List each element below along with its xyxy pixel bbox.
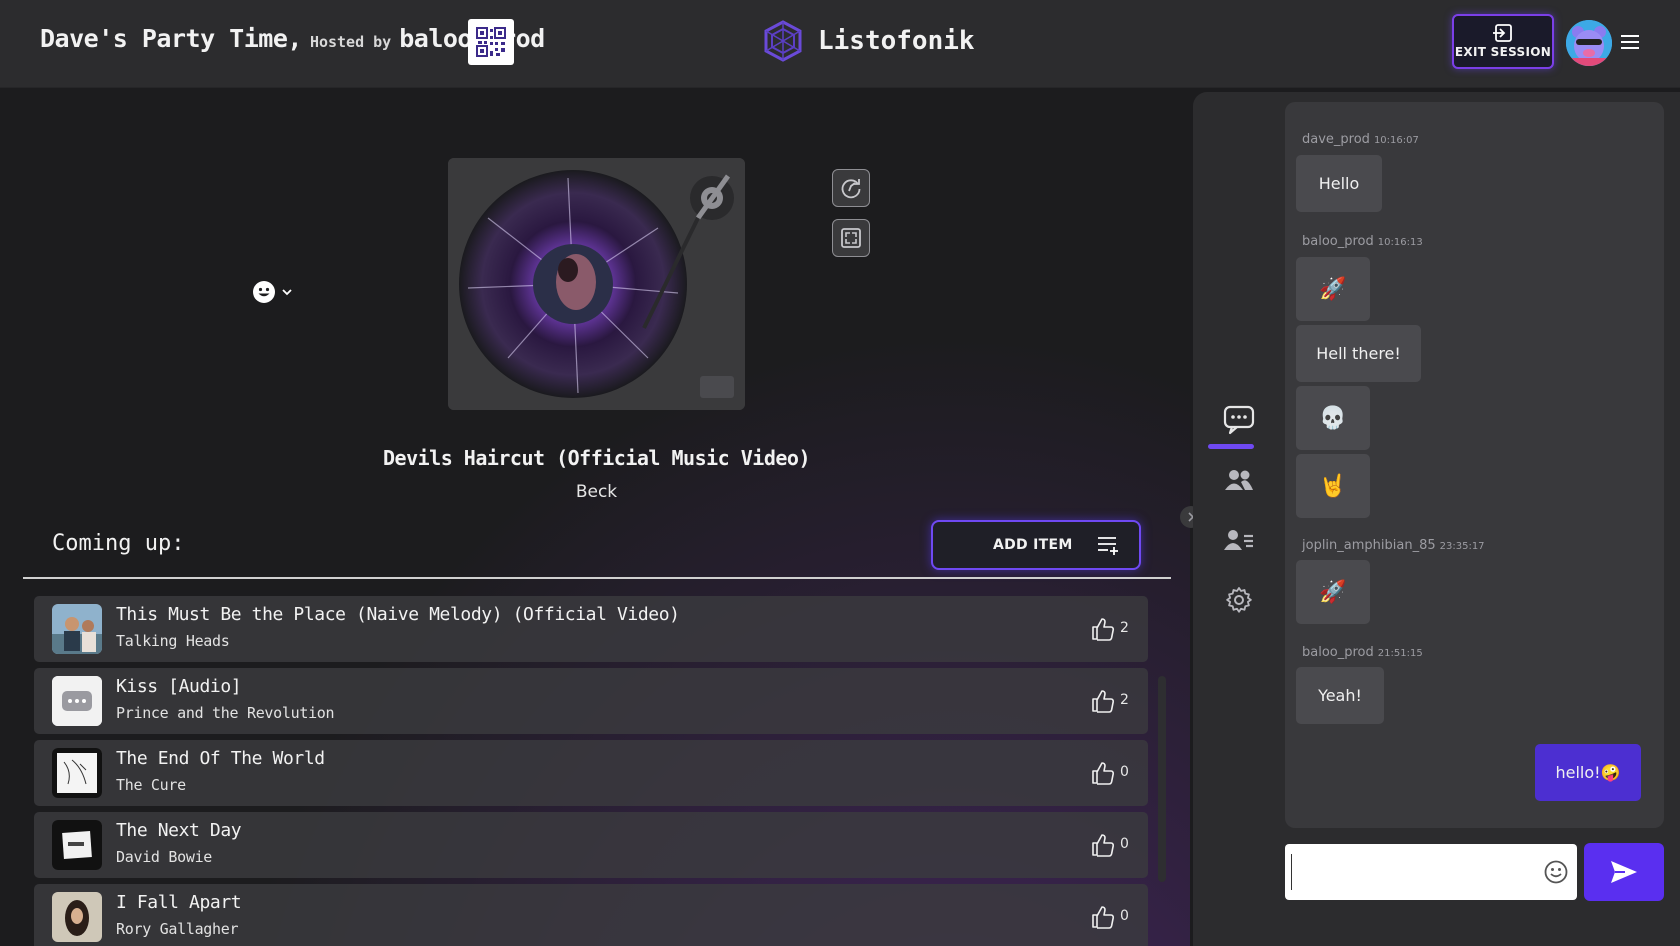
chat-username: dave_prod xyxy=(1302,132,1370,147)
chat-message-meta: baloo_prod 10:16:13 xyxy=(1302,234,1423,249)
queue-item-like-count: 0 xyxy=(1120,836,1129,852)
now-playing-title: Devils Haircut (Official Music Video) xyxy=(382,446,811,470)
listofonik-logo-icon xyxy=(764,20,802,62)
gear-icon xyxy=(1226,587,1252,613)
queue-item-title: The End Of The World xyxy=(116,748,325,769)
queue-item[interactable]: This Must Be the Place (Naive Melody) (O… xyxy=(34,596,1148,662)
exit-session-button[interactable]: EXIT SESSION xyxy=(1452,14,1554,69)
queue-item[interactable]: Kiss [Audio] Prince and the Revolution 2 xyxy=(34,668,1148,734)
chat-bubble: Hell there! xyxy=(1296,325,1421,382)
send-icon xyxy=(1611,861,1637,883)
party-name: Dave's Party Time, xyxy=(40,24,302,53)
chat-message-meta: joplin_amphibian_85 23:35:17 xyxy=(1302,538,1485,553)
chat-input[interactable] xyxy=(1291,854,1531,890)
user-list-icon xyxy=(1224,530,1253,550)
queue-item-title: Kiss [Audio] xyxy=(116,676,242,697)
queue-divider xyxy=(23,577,1171,579)
main-area: Devils Haircut (Official Music Video) Be… xyxy=(0,88,1190,946)
fullscreen-button[interactable] xyxy=(832,219,870,257)
turntable-artwork xyxy=(448,158,745,410)
brand-name: Listofonik xyxy=(818,26,975,56)
tab-settings[interactable] xyxy=(1212,580,1266,620)
group-icon xyxy=(1225,470,1253,490)
refresh-disc-icon xyxy=(841,179,861,199)
reaction-dropdown-button[interactable] xyxy=(252,280,294,304)
chat-bubble: Yeah! xyxy=(1296,667,1384,724)
chat-bubble: 🤘 xyxy=(1296,454,1370,518)
queue-item-thumbnail xyxy=(52,748,102,798)
queue-item-thumbnail xyxy=(52,892,102,942)
turntable-image xyxy=(448,158,745,410)
add-item-label: ADD ITEM xyxy=(993,537,1073,553)
chat-bubble-own: hello!🤪 xyxy=(1535,744,1641,801)
queue-item-title: I Fall Apart xyxy=(116,892,242,913)
brand: Listofonik xyxy=(762,20,975,62)
queue-item[interactable]: The Next Day David Bowie 0 xyxy=(34,812,1148,878)
hamburger-menu-button[interactable] xyxy=(1618,30,1642,54)
emoji-picker-icon[interactable] xyxy=(1544,860,1568,884)
chat-timestamp: 10:16:13 xyxy=(1377,237,1423,248)
thumbs-up-icon[interactable] xyxy=(1090,832,1116,858)
thumbs-up-icon[interactable] xyxy=(1090,616,1116,642)
now-playing-artist: Beck xyxy=(575,482,618,502)
thumbs-up-icon[interactable] xyxy=(1090,688,1116,714)
qr-code-button[interactable] xyxy=(468,19,514,65)
chat-bubble: 🚀 xyxy=(1296,560,1370,624)
user-avatar[interactable] xyxy=(1566,20,1612,66)
hamburger-menu-icon xyxy=(1621,35,1639,49)
tab-user-list[interactable] xyxy=(1212,520,1266,560)
add-item-button[interactable]: ADD ITEM xyxy=(931,520,1141,570)
exit-icon xyxy=(1493,24,1512,42)
chat-bubble: Hello xyxy=(1296,155,1382,212)
queue-item-like-count: 0 xyxy=(1120,764,1129,780)
queue-item-artist: Rory Gallagher xyxy=(116,920,239,938)
sync-player-button[interactable] xyxy=(832,169,870,207)
chat-username: joplin_amphibian_85 xyxy=(1302,538,1436,553)
tab-participants[interactable] xyxy=(1212,460,1266,500)
chat-username: baloo_prod xyxy=(1302,645,1374,660)
queue-item-thumbnail xyxy=(52,676,102,726)
top-bar: Dave's Party Time, Hosted by baloo_prod xyxy=(0,0,1680,88)
chat-timestamp: 21:51:15 xyxy=(1377,648,1423,659)
chat-timestamp: 10:16:07 xyxy=(1373,135,1419,146)
chat-icon xyxy=(1223,405,1255,435)
queue-item-like-count: 0 xyxy=(1120,908,1129,924)
queue-item[interactable]: I Fall Apart Rory Gallagher 0 xyxy=(34,884,1148,946)
chat-message-meta: dave_prod 10:16:07 xyxy=(1302,132,1419,147)
active-tab-indicator xyxy=(1208,444,1254,449)
queue-item-artist: The Cure xyxy=(116,776,186,794)
queue-item-artist: David Bowie xyxy=(116,848,213,866)
queue-item-title: The Next Day xyxy=(116,820,242,841)
queue-item-like-count: 2 xyxy=(1120,620,1129,636)
queue-heading: Coming up: xyxy=(52,531,185,556)
playlist-add-icon xyxy=(1098,537,1118,555)
chevron-down-icon xyxy=(282,289,292,296)
queue-list: This Must Be the Place (Naive Melody) (O… xyxy=(34,596,1148,946)
chat-username: baloo_prod xyxy=(1302,234,1374,249)
send-message-button[interactable] xyxy=(1584,843,1664,901)
chat-messages: dave_prod 10:16:07 Hello baloo_prod 10:16:… xyxy=(1285,102,1664,828)
queue-item[interactable]: The End Of The World The Cure 0 xyxy=(34,740,1148,806)
avatar-bear-icon xyxy=(1566,20,1612,66)
queue-scrollbar[interactable] xyxy=(1158,676,1166,882)
queue-item-artist: Prince and the Revolution xyxy=(116,704,335,722)
chat-timestamp: 23:35:17 xyxy=(1439,541,1485,552)
thumbs-up-icon[interactable] xyxy=(1090,760,1116,786)
tab-chat[interactable] xyxy=(1212,400,1266,440)
queue-item-thumbnail xyxy=(52,604,102,654)
fullscreen-icon xyxy=(841,228,861,248)
chat-input-box xyxy=(1285,844,1577,900)
queue-item-thumbnail xyxy=(52,820,102,870)
hosted-by-label: Hosted by xyxy=(309,33,392,51)
queue-item-artist: Talking Heads xyxy=(116,632,230,650)
queue-item-title: This Must Be the Place (Naive Melody) (O… xyxy=(116,604,680,625)
qr-code-icon xyxy=(476,27,506,57)
exit-session-label: EXIT SESSION xyxy=(1454,45,1552,59)
queue-item-like-count: 2 xyxy=(1120,692,1129,708)
chat-message-meta: baloo_prod 21:51:15 xyxy=(1302,645,1423,660)
smiley-icon xyxy=(253,281,275,303)
chat-bubble: 💀 xyxy=(1296,386,1370,450)
thumbs-up-icon[interactable] xyxy=(1090,904,1116,930)
chat-bubble: 🚀 xyxy=(1296,257,1370,321)
